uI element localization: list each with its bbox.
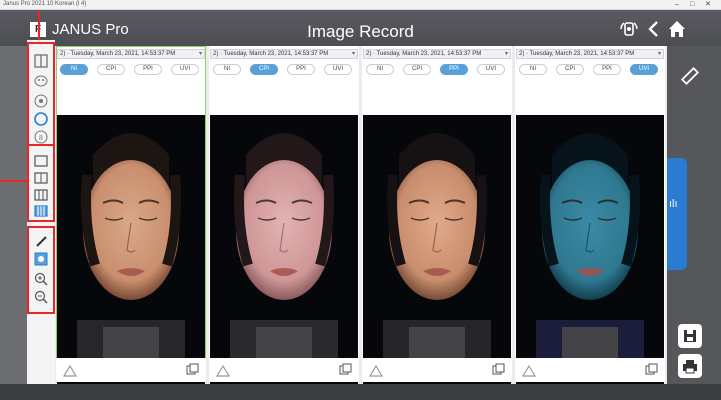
zoom-out-icon[interactable] — [34, 290, 48, 304]
mode-tabs: NI CPI PPI UVI — [209, 64, 359, 76]
chart-tab[interactable]: ılı — [667, 158, 687, 270]
panel-footer — [362, 358, 512, 382]
image-compare-area: 2) · Tuesday, March 23, 2021, 14:53:37 P… — [55, 46, 667, 385]
print-icon[interactable] — [678, 354, 702, 378]
warning-icon[interactable] — [62, 364, 78, 377]
split-view-icon[interactable] — [34, 54, 48, 68]
app-header: F JANUS Pro Image Record — [0, 10, 721, 46]
mode-tabs: NI CPI PPI UVI — [362, 64, 512, 76]
date-select[interactable]: 2) · Tuesday, March 23, 2021, 14:53:37 P… — [363, 49, 511, 59]
triple-layout-icon[interactable] — [34, 188, 48, 202]
back-icon[interactable] — [643, 18, 665, 40]
mode-tab-ppi[interactable]: PPI — [440, 64, 468, 75]
date-select-value: 2) · Tuesday, March 23, 2021, 14:53:37 P… — [213, 51, 329, 57]
mode-tabs: NI CPI PPI UVI — [56, 64, 206, 76]
date-select-value: 2) · Tuesday, March 23, 2021, 14:53:37 P… — [519, 51, 635, 57]
right-toolbar: ılı — [667, 46, 721, 384]
mode-tab-ni[interactable]: NI — [366, 64, 394, 75]
camera-icon[interactable] — [618, 18, 640, 40]
date-select-value: 2) · Tuesday, March 23, 2021, 14:53:37 P… — [366, 51, 482, 57]
mode-tab-uvi[interactable]: UVI — [477, 64, 505, 75]
image-panel-2[interactable]: 2) · Tuesday, March 23, 2021, 14:53:37 P… — [209, 46, 359, 385]
mode-tab-cpi[interactable]: CPI — [556, 64, 584, 75]
page-title: Image Record — [307, 22, 414, 41]
mode-tab-ppi[interactable]: PPI — [287, 64, 315, 75]
compare-icon[interactable] — [492, 363, 505, 376]
chevron-down-icon: ▾ — [198, 51, 202, 57]
ruler-icon[interactable] — [678, 64, 702, 88]
face-photo[interactable] — [363, 115, 511, 385]
warning-icon[interactable] — [215, 364, 231, 377]
compare-icon[interactable] — [645, 363, 658, 376]
view-tools-group: 8 — [27, 42, 55, 146]
save-icon[interactable] — [678, 324, 702, 348]
image-panel-4[interactable]: 2) · Tuesday, March 23, 2021, 14:53:37 P… — [515, 46, 665, 385]
image-panel-1[interactable]: 2) · Tuesday, March 23, 2021, 14:53:37 P… — [56, 46, 206, 385]
mode-tabs: NI CPI PPI UVI — [515, 64, 665, 76]
spot-icon[interactable] — [34, 94, 48, 108]
mode-tab-ni[interactable]: NI — [213, 64, 241, 75]
face-photo[interactable] — [516, 115, 664, 385]
svg-text:8: 8 — [39, 135, 43, 142]
annotation-line — [0, 180, 27, 182]
mode-tab-cpi[interactable]: CPI — [403, 64, 431, 75]
layout-tools-group — [27, 144, 55, 222]
compare-icon[interactable] — [186, 363, 199, 376]
face-scan-icon[interactable] — [34, 74, 48, 88]
chevron-down-icon: ▾ — [657, 51, 661, 57]
home-icon[interactable] — [666, 18, 688, 40]
mode-tab-ppi[interactable]: PPI — [134, 64, 162, 75]
app-window: Janus Pro 2021 10 Korean (l 4) – □ ✕ F J… — [0, 0, 721, 400]
warning-icon[interactable] — [521, 364, 537, 377]
close-button[interactable]: ✕ — [705, 0, 711, 9]
mode-tab-uvi[interactable]: UVI — [630, 64, 658, 75]
mode-tab-cpi[interactable]: CPI — [250, 64, 278, 75]
pen-icon[interactable] — [34, 234, 48, 248]
date-select[interactable]: 2) · Tuesday, March 23, 2021, 14:53:37 P… — [516, 49, 664, 59]
draw-tools-group — [27, 226, 55, 314]
bottom-strip — [0, 384, 721, 400]
panel-footer — [515, 358, 665, 382]
chevron-down-icon: ▾ — [351, 51, 355, 57]
mode-tab-cpi[interactable]: CPI — [97, 64, 125, 75]
panel-footer — [209, 358, 359, 382]
date-select[interactable]: 2) · Tuesday, March 23, 2021, 14:53:37 P… — [210, 49, 358, 59]
os-window-title: Janus Pro 2021 10 Korean (l 4) — [3, 1, 87, 7]
eye-icon[interactable]: 8 — [34, 130, 48, 144]
mode-tab-ni[interactable]: NI — [60, 64, 88, 75]
panel-footer — [56, 358, 206, 382]
image-panel-3[interactable]: 2) · Tuesday, March 23, 2021, 14:53:37 P… — [362, 46, 512, 385]
annotation-line — [38, 10, 40, 40]
warning-icon[interactable] — [368, 364, 384, 377]
zoom-in-icon[interactable] — [34, 272, 48, 286]
date-select[interactable]: 2) · Tuesday, March 23, 2021, 14:53:37 P… — [57, 49, 205, 59]
mode-tab-ppi[interactable]: PPI — [593, 64, 621, 75]
mode-tab-ni[interactable]: NI — [519, 64, 547, 75]
maximize-button[interactable]: □ — [690, 0, 694, 9]
quad-layout-icon[interactable] — [34, 204, 48, 218]
compare-icon[interactable] — [339, 363, 352, 376]
single-layout-icon[interactable] — [34, 154, 48, 168]
mode-tab-uvi[interactable]: UVI — [324, 64, 352, 75]
eraser-icon[interactable] — [34, 252, 48, 266]
os-title-bar: Janus Pro 2021 10 Korean (l 4) – □ ✕ — [0, 0, 721, 10]
face-photo[interactable] — [210, 115, 358, 385]
face-photo[interactable] — [57, 115, 205, 385]
mode-tab-uvi[interactable]: UVI — [171, 64, 199, 75]
circle-icon[interactable] — [34, 112, 48, 126]
chart-icon: ılı — [669, 198, 678, 210]
chevron-down-icon: ▾ — [504, 51, 508, 57]
date-select-value: 2) · Tuesday, March 23, 2021, 14:53:37 P… — [60, 51, 176, 57]
minimize-button[interactable]: – — [675, 0, 679, 9]
left-toolbar: 8 — [27, 40, 55, 390]
dual-layout-icon[interactable] — [34, 171, 48, 185]
